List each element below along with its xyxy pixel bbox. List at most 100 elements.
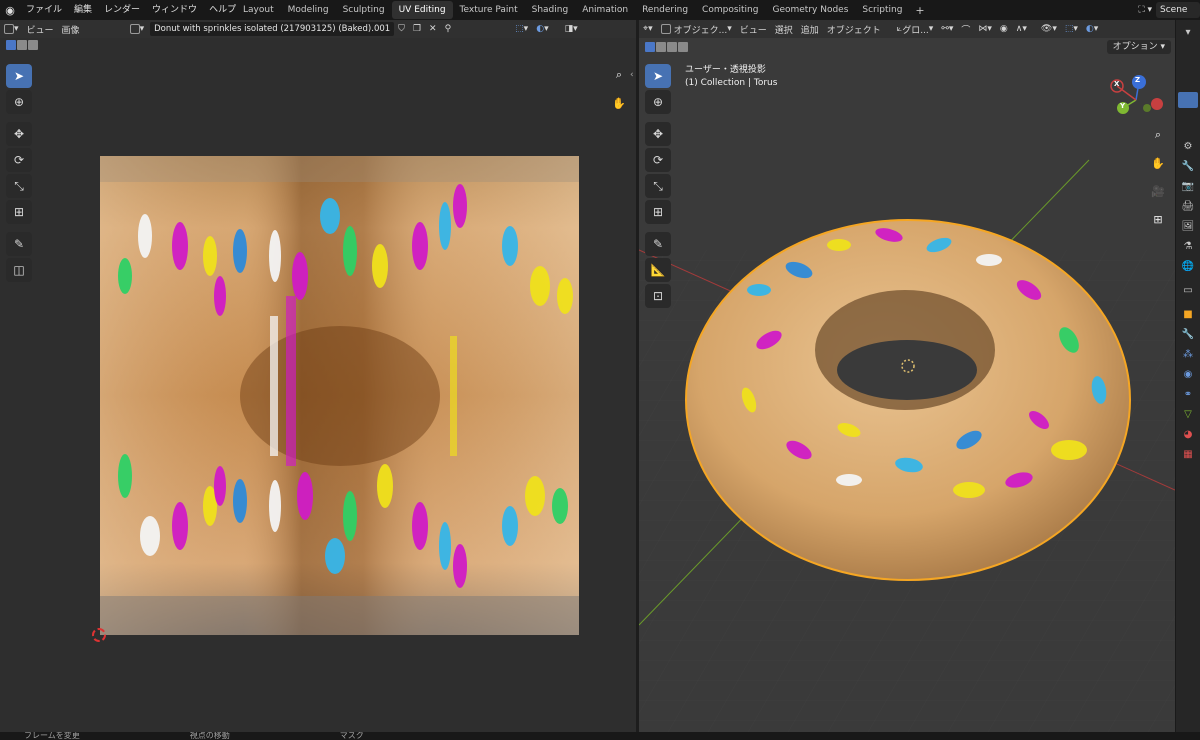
tab-uv-editing[interactable]: UV Editing — [391, 1, 453, 19]
vp-zoom-icon[interactable]: ⌕ — [1149, 126, 1167, 144]
rip-tool-icon[interactable]: ◫ — [6, 258, 32, 282]
blender-logo-icon[interactable]: ◉ — [0, 0, 20, 20]
material-icon[interactable]: ◕ — [1180, 426, 1196, 442]
editor-type-3d-icon[interactable]: ⌖▾ — [639, 22, 657, 36]
2d-cursor-icon[interactable] — [92, 628, 106, 642]
camera-view-icon[interactable]: 🎥 — [1149, 182, 1167, 200]
gizmo-x-label[interactable]: X — [1114, 80, 1119, 88]
view-layer-icon[interactable]: 🖼 — [1180, 218, 1196, 234]
add-workspace-button[interactable]: + — [909, 4, 930, 17]
pivot-icon[interactable]: ⚯▾ — [937, 22, 957, 36]
uv-sync-icon[interactable]: ⬚ ▾ — [511, 22, 532, 36]
particles-icon[interactable]: ⁂ — [1180, 346, 1196, 362]
edge-select-icon[interactable] — [17, 40, 27, 50]
mode-selector[interactable]: オブジェク... ▾ — [657, 22, 736, 36]
vp-menu-object[interactable]: オブジェクト — [823, 22, 885, 36]
physics-icon[interactable]: ◉ — [1180, 366, 1196, 382]
vp-menu-add[interactable]: 追加 — [797, 22, 823, 36]
snap-icon[interactable]: ⌒ — [957, 22, 974, 36]
tab-layout[interactable]: Layout — [236, 1, 281, 19]
scene-props-icon[interactable]: ⚗ — [1180, 238, 1196, 254]
rotate-tool-icon[interactable]: ⟳ — [6, 148, 32, 172]
zoom-icon[interactable]: ⌕ — [610, 66, 628, 84]
modifiers-icon[interactable]: 🔧 — [1180, 326, 1196, 342]
image-browse-icon[interactable]: ▾ — [126, 22, 149, 36]
world-icon[interactable]: 🌐 — [1180, 258, 1196, 274]
constraints-icon[interactable]: ⚭ — [1180, 386, 1196, 402]
fake-user-icon[interactable]: ⛉ — [394, 22, 409, 36]
overlay-icon[interactable]: ◐ ▾ — [532, 22, 552, 36]
duplicate-image-icon[interactable]: ❐ — [409, 22, 425, 36]
tab-compositing[interactable]: Compositing — [695, 1, 765, 19]
snap-target-icon[interactable]: ⋈▾ — [974, 22, 996, 36]
editor-type-icon[interactable]: ▾ — [0, 22, 23, 36]
face-select-icon[interactable] — [28, 40, 38, 50]
orientation-selector[interactable]: ⟀ グロ... ▾ — [893, 22, 938, 36]
overlay-toggle-icon[interactable]: ◐ ▾ — [1082, 22, 1102, 36]
vp-pan-hand-icon[interactable]: ✋ — [1149, 154, 1167, 172]
vp-scale-tool-icon[interactable]: ⤡ — [645, 174, 671, 198]
mesh-vertex-select-icon[interactable] — [645, 42, 655, 52]
tab-geometry-nodes[interactable]: Geometry Nodes — [765, 1, 855, 19]
gizmo-toggle-icon[interactable]: ⬚ ▾ — [1061, 22, 1082, 36]
uv-menu-image[interactable]: 画像 — [58, 22, 84, 36]
tab-texture-paint[interactable]: Texture Paint — [453, 1, 525, 19]
uv-menu-view[interactable]: ビュー — [23, 22, 58, 36]
display-channels-icon[interactable]: ◨▾ — [561, 22, 582, 36]
texture-icon[interactable]: ▦ — [1180, 446, 1196, 462]
menu-render[interactable]: レンダー — [98, 0, 146, 20]
visibility-icon[interactable]: 👁▾ — [1037, 22, 1061, 36]
ortho-toggle-icon[interactable]: ⊞ — [1149, 210, 1167, 228]
vp-move-tool-icon[interactable]: ✥ — [645, 122, 671, 146]
gizmo-y-label[interactable]: Y — [1120, 102, 1125, 110]
tab-modeling[interactable]: Modeling — [281, 1, 336, 19]
vp-cursor-tool-icon[interactable]: ⊕ — [645, 90, 671, 114]
vp-select-tool-icon[interactable]: ➤ — [645, 64, 671, 88]
data-icon[interactable]: ▽ — [1180, 406, 1196, 422]
vp-annotate-tool-icon[interactable]: ✎ — [645, 232, 671, 256]
scene-name[interactable]: Scene — [1156, 2, 1200, 18]
tab-sculpting[interactable]: Sculpting — [336, 1, 392, 19]
options-dropdown[interactable]: オプション ▾ — [1106, 40, 1171, 54]
tab-rendering[interactable]: Rendering — [635, 1, 695, 19]
proportional-icon[interactable]: ◉ — [996, 22, 1012, 36]
mesh-face-select-icon[interactable] — [667, 42, 677, 52]
annotate-tool-icon[interactable]: ✎ — [6, 232, 32, 256]
falloff-icon[interactable]: ∧▾ — [1012, 22, 1031, 36]
vp-menu-select[interactable]: 選択 — [771, 22, 797, 36]
outliner-filter-icon[interactable]: ▾ — [1180, 24, 1196, 40]
tab-scripting[interactable]: Scripting — [855, 1, 909, 19]
vp-menu-view[interactable]: ビュー — [736, 22, 771, 36]
pin-icon[interactable]: ⚲ — [441, 22, 456, 36]
sidebar-toggle-icon[interactable]: ‹ — [630, 70, 634, 80]
object-icon[interactable]: ■ — [1180, 306, 1196, 322]
menu-window[interactable]: ウィンドウ — [146, 0, 203, 20]
collection-icon[interactable]: ▭ — [1180, 282, 1196, 298]
scale-tool-icon[interactable]: ⤡ — [6, 174, 32, 198]
vp-rotate-tool-icon[interactable]: ⟳ — [645, 148, 671, 172]
vp-transform-tool-icon[interactable]: ⊞ — [645, 200, 671, 224]
close-image-icon[interactable]: ✕ — [425, 22, 441, 36]
outliner-selected-row[interactable] — [1178, 92, 1198, 108]
menu-file[interactable]: ファイル — [20, 0, 68, 20]
transform-tool-icon[interactable]: ⊞ — [6, 200, 32, 224]
tab-animation[interactable]: Animation — [575, 1, 635, 19]
tool-icon[interactable]: 🔧 — [1180, 158, 1196, 174]
image-name-field[interactable]: Donut with sprinkles isolated (217903125… — [150, 22, 395, 36]
tab-shading[interactable]: Shading — [525, 1, 576, 19]
render-icon[interactable]: 📷 — [1180, 178, 1196, 194]
mesh-mode-extra-icon[interactable] — [678, 42, 688, 52]
menu-edit[interactable]: 編集 — [68, 0, 98, 20]
pan-hand-icon[interactable]: ✋ — [610, 94, 628, 112]
gizmo-z-label[interactable]: Z — [1135, 76, 1140, 84]
output-icon[interactable]: 🖨 — [1180, 198, 1196, 214]
vp-measure-tool-icon[interactable]: 📐 — [645, 258, 671, 282]
select-tool-icon[interactable]: ➤ — [6, 64, 32, 88]
vp-add-cube-tool-icon[interactable]: ⊡ — [645, 284, 671, 308]
cursor-tool-icon[interactable]: ⊕ — [6, 90, 32, 114]
tool-settings-icon[interactable]: ⚙ — [1180, 138, 1196, 154]
mesh-edge-select-icon[interactable] — [656, 42, 666, 52]
scene-selector[interactable]: ⛶ ▾ Scene — [1138, 2, 1200, 18]
move-tool-icon[interactable]: ✥ — [6, 122, 32, 146]
vertex-select-icon[interactable] — [6, 40, 16, 50]
